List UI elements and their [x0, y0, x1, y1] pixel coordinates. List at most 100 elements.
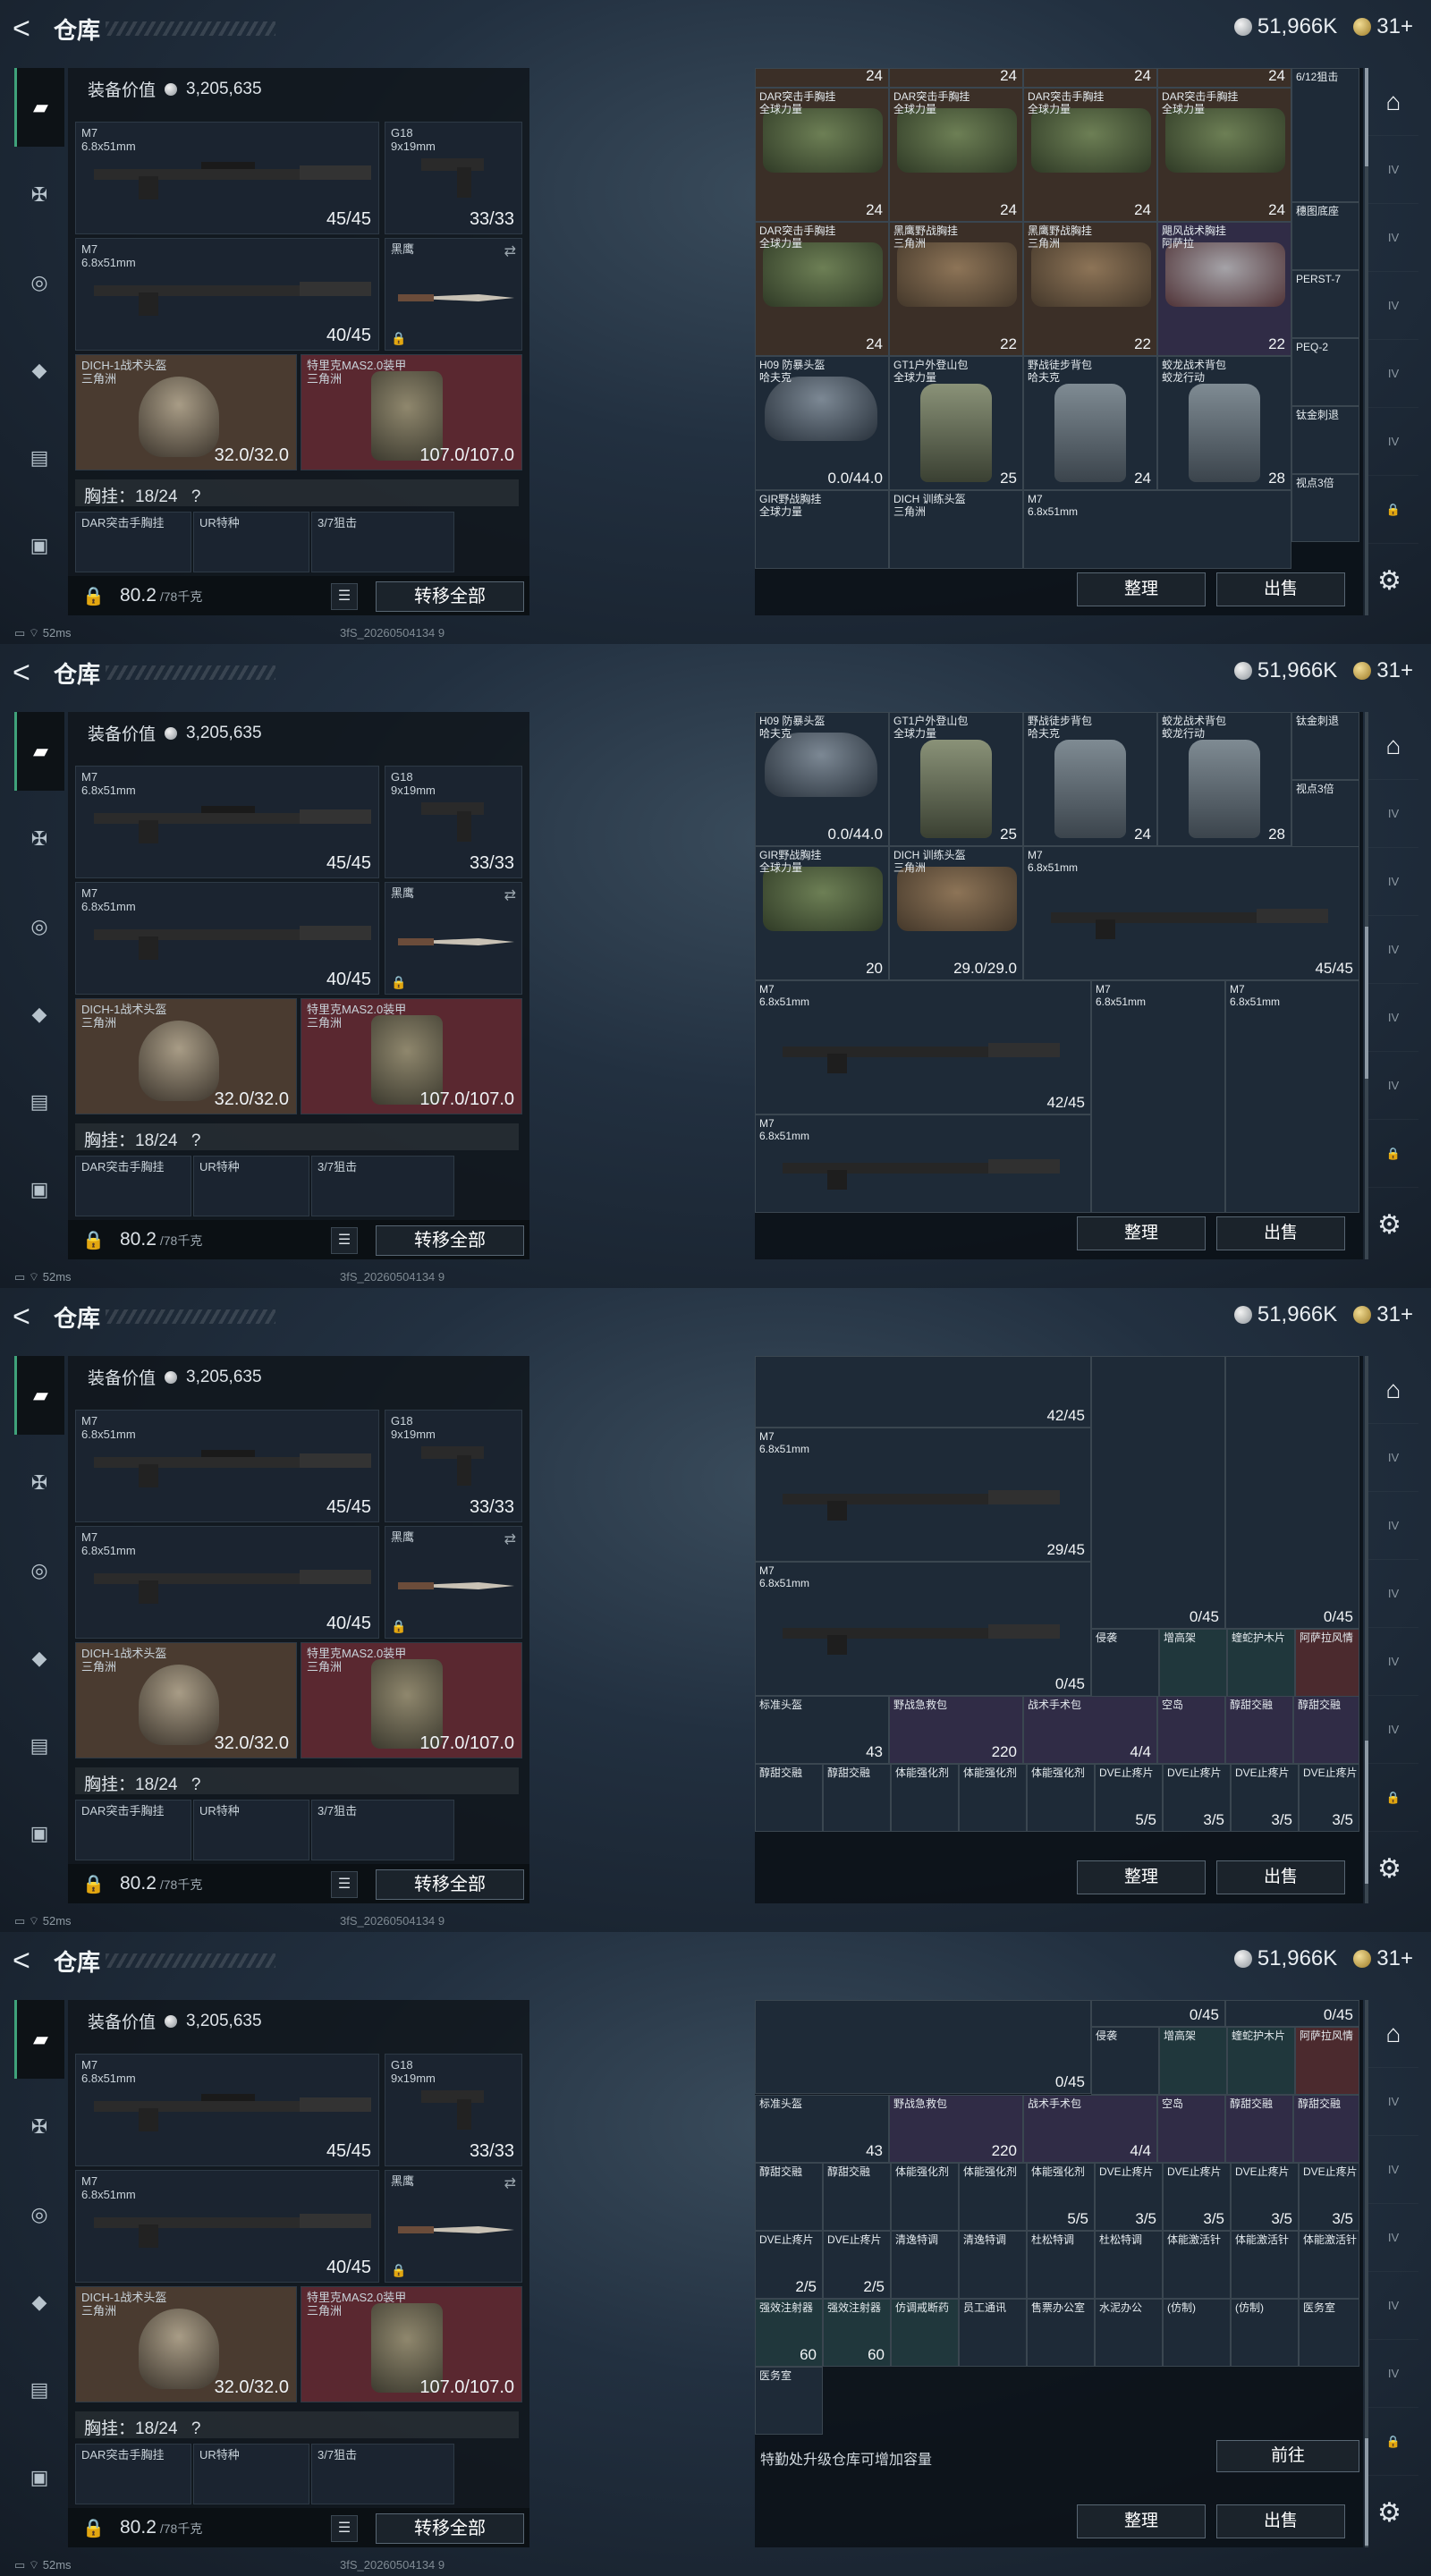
- secondary-weapon-slot[interactable]: M7 6.8x51mm 40/45: [75, 1526, 379, 1639]
- storage-item[interactable]: 侵袭: [1091, 2027, 1159, 2095]
- storage-item[interactable]: DICH 训练头盔 三角洲: [889, 490, 1023, 569]
- storage-item[interactable]: 24: [889, 68, 1023, 88]
- storage-item[interactable]: 视点3倍: [1291, 780, 1359, 848]
- gear-icon[interactable]: ⚙: [1377, 1209, 1401, 1241]
- chest-item-slot[interactable]: DAR突击手胸挂: [75, 512, 191, 572]
- storage-item[interactable]: 体能强化剂: [959, 1764, 1027, 1832]
- bag-icon[interactable]: ◆: [14, 2263, 64, 2342]
- storage-item[interactable]: 战术手术包 4/4: [1023, 1696, 1157, 1764]
- storage-item[interactable]: 蝰蛇护木片: [1227, 1629, 1295, 1697]
- case-icon[interactable]: ▣: [14, 1794, 64, 1873]
- storage-item[interactable]: 醇甜交融: [1225, 1696, 1293, 1764]
- storage-item[interactable]: 24: [1023, 68, 1157, 88]
- storage-item[interactable]: 醇甜交融: [823, 1764, 891, 1832]
- swap-icon[interactable]: ⇄: [504, 242, 516, 260]
- gear-icon[interactable]: ⚙: [1377, 2497, 1401, 2529]
- storage-item[interactable]: 蛟龙战术背包 蛟龙行动 28: [1157, 356, 1291, 490]
- bag-icon[interactable]: ◆: [14, 331, 64, 410]
- sidearm-slot[interactable]: G18 9x19mm 33/33: [385, 122, 522, 234]
- storage-item[interactable]: GIR野战胸挂 全球力量 20: [755, 846, 889, 980]
- storage-item[interactable]: 野战急救包 220: [889, 1696, 1023, 1764]
- vest-icon[interactable]: ▤: [14, 1063, 64, 1141]
- swap-icon[interactable]: ⇄: [504, 1530, 516, 1548]
- helmet-icon[interactable]: ◎: [14, 887, 64, 966]
- armor-slot[interactable]: 特里克MAS2.0装甲 三角洲 107.0/107.0: [301, 1642, 522, 1758]
- storage-item[interactable]: 醇甜交融: [755, 1764, 823, 1832]
- storage-item[interactable]: 体能强化剂: [891, 1764, 959, 1832]
- storage-item[interactable]: 清逸特调: [891, 2231, 959, 2299]
- storage-item[interactable]: H09 防暴头盔 哈夫克 0.0/44.0: [755, 712, 889, 846]
- storage-item[interactable]: M7 6.8x51mm 29/45: [755, 1428, 1091, 1562]
- storage-item[interactable]: 空岛: [1157, 2095, 1225, 2163]
- storage-tab-icon[interactable]: IV: [1368, 848, 1418, 916]
- storage-item[interactable]: 醇甜交融: [755, 2163, 823, 2231]
- help-icon[interactable]: ?: [191, 1131, 201, 1150]
- melee-slot[interactable]: 黑鹰 ⇄ 🔒: [385, 2170, 522, 2283]
- storage-item[interactable]: 黑鹰野战胸挂 三角洲 22: [1023, 222, 1157, 356]
- storage-item[interactable]: 医务室: [1299, 2299, 1359, 2367]
- chest-item-slot[interactable]: 3/7狙击: [311, 1800, 454, 1860]
- chest-item-slot[interactable]: UR特种: [193, 1156, 309, 1216]
- storage-item[interactable]: 体能激活针: [1231, 2231, 1299, 2299]
- primary-weapon-slot[interactable]: M7 6.8x51mm 45/45: [75, 1410, 379, 1522]
- storage-item[interactable]: 蝰蛇护木片: [1227, 2027, 1295, 2095]
- storage-item[interactable]: 体能强化剂: [891, 2163, 959, 2231]
- gun-icon[interactable]: ▰: [14, 712, 64, 791]
- armor-slot[interactable]: 特里克MAS2.0装甲 三角洲 107.0/107.0: [301, 998, 522, 1114]
- storage-item[interactable]: DVE止疼片 3/5: [1299, 1764, 1359, 1832]
- back-icon[interactable]: <: [13, 13, 48, 45]
- sidearm-slot[interactable]: G18 9x19mm 33/33: [385, 766, 522, 878]
- secondary-weapon-slot[interactable]: M7 6.8x51mm 40/45: [75, 882, 379, 995]
- storage-item[interactable]: 增高架: [1159, 1629, 1227, 1697]
- storage-item[interactable]: (仿制): [1163, 2299, 1231, 2367]
- storage-item[interactable]: PERST-7: [1291, 270, 1359, 338]
- storage-item[interactable]: DICH 训练头盔 三角洲 29.0/29.0: [889, 846, 1023, 980]
- melee-slot[interactable]: 黑鹰 ⇄ 🔒: [385, 882, 522, 995]
- storage-tab-icon[interactable]: IV: [1368, 916, 1418, 984]
- storage-item[interactable]: 6/12狙击: [1291, 68, 1359, 202]
- storage-item[interactable]: 售票办公室: [1027, 2299, 1095, 2367]
- storage-item[interactable]: H09 防暴头盔 哈夫克 0.0/44.0: [755, 356, 889, 490]
- storage-tab-icon[interactable]: IV: [1368, 1696, 1418, 1764]
- storage-item[interactable]: 仿调戒断药: [891, 2299, 959, 2367]
- armor-icon[interactable]: ✠: [14, 800, 64, 878]
- chest-item-slot[interactable]: DAR突击手胸挂: [75, 1800, 191, 1860]
- warehouse-tab-icon[interactable]: ⌂: [1368, 712, 1418, 780]
- storage-item[interactable]: 标准头盔 43: [755, 2095, 889, 2163]
- chest-item-slot[interactable]: DAR突击手胸挂: [75, 2444, 191, 2504]
- storage-item[interactable]: 体能激活针: [1163, 2231, 1231, 2299]
- sort-button[interactable]: 整理: [1077, 1860, 1206, 1894]
- storage-item[interactable]: 0/45: [1225, 1356, 1359, 1629]
- storage-item[interactable]: 体能强化剂: [959, 2163, 1027, 2231]
- goto-button[interactable]: 前往: [1216, 2440, 1359, 2472]
- storage-tab-icon[interactable]: IV: [1368, 2068, 1418, 2136]
- storage-item[interactable]: 醇甜交融: [1293, 2095, 1359, 2163]
- case-icon[interactable]: ▣: [14, 506, 64, 585]
- storage-item[interactable]: 侵袭: [1091, 1629, 1159, 1697]
- storage-item[interactable]: (仿制): [1231, 2299, 1299, 2367]
- helmet-icon[interactable]: ◎: [14, 2175, 64, 2254]
- transfer-all-button[interactable]: 转移全部: [376, 1869, 524, 1900]
- warehouse-tab-icon[interactable]: ⌂: [1368, 1356, 1418, 1424]
- sell-button[interactable]: 出售: [1216, 1216, 1345, 1250]
- armor-icon[interactable]: ✠: [14, 156, 64, 234]
- storage-item[interactable]: 醇甜交融: [1225, 2095, 1293, 2163]
- storage-item[interactable]: 钛金刺退: [1291, 712, 1359, 780]
- storage-item[interactable]: DAR突击手胸挂 全球力量 24: [1157, 88, 1291, 222]
- secondary-weapon-slot[interactable]: M7 6.8x51mm 40/45: [75, 2170, 379, 2283]
- storage-tab-icon[interactable]: IV: [1368, 2272, 1418, 2340]
- storage-item[interactable]: M7 6.8x51mm 45/45: [1023, 846, 1359, 980]
- case-icon[interactable]: ▣: [14, 1150, 64, 1229]
- storage-item[interactable]: 0/45: [1225, 2000, 1359, 2027]
- sort-button[interactable]: 整理: [1077, 2504, 1206, 2538]
- storage-item[interactable]: DVE止疼片 2/5: [823, 2231, 891, 2299]
- swap-icon[interactable]: ⇄: [504, 886, 516, 904]
- storage-item[interactable]: DVE止疼片 3/5: [1163, 1764, 1231, 1832]
- chest-item-slot[interactable]: 3/7狙击: [311, 1156, 454, 1216]
- vest-icon[interactable]: ▤: [14, 2351, 64, 2429]
- storage-tab-icon[interactable]: IV: [1368, 1052, 1418, 1120]
- gun-icon[interactable]: ▰: [14, 2000, 64, 2079]
- storage-item[interactable]: 体能强化剂: [1027, 1764, 1095, 1832]
- storage-item[interactable]: DVE止疼片 3/5: [1231, 1764, 1299, 1832]
- sell-button[interactable]: 出售: [1216, 2504, 1345, 2538]
